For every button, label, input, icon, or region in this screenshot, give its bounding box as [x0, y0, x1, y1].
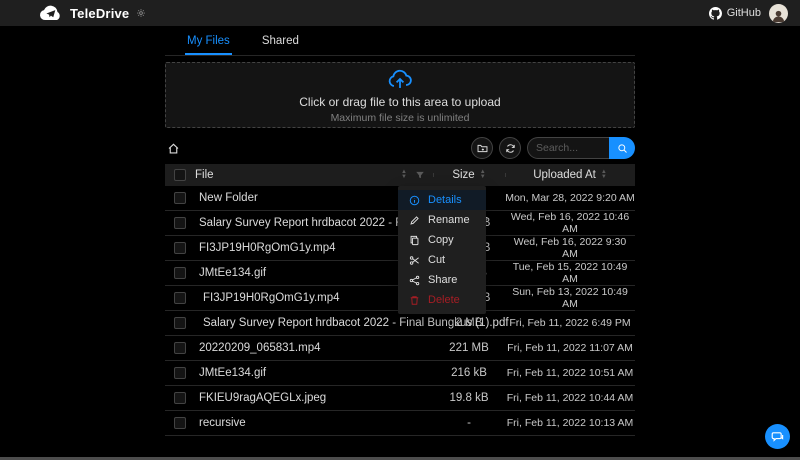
row-checkbox[interactable]	[174, 342, 186, 354]
app-header: TeleDrive GitHub	[0, 0, 800, 26]
file-size: 221 MB	[449, 342, 489, 354]
file-uploaded-at: Fri, Feb 11, 2022 10:13 AM	[506, 417, 634, 429]
cloud-upload-icon	[387, 66, 413, 92]
file-size: 2 MB	[455, 317, 483, 329]
context-menu-item-cut[interactable]: Cut	[398, 250, 486, 270]
context-menu-item-share[interactable]: Share	[398, 270, 486, 290]
file-name-link[interactable]: New Folder	[199, 192, 258, 204]
file-size: -	[467, 417, 471, 429]
table-row[interactable]: FKIEU9ragAQEGLx.jpeg 19.8 kB Fri, Feb 11…	[165, 386, 635, 411]
file-uploaded-at: Tue, Feb 15, 2022 10:49 AM	[512, 261, 628, 285]
table-row[interactable]: Salary Survey Report hrdbacot 2022 - Fin…	[165, 311, 635, 336]
user-avatar[interactable]	[769, 3, 788, 23]
tab-bar: My Files Shared	[165, 30, 635, 56]
brand[interactable]: TeleDrive	[38, 4, 146, 22]
context-menu-item-details[interactable]: Details	[398, 190, 486, 210]
tab-my-files[interactable]: My Files	[185, 30, 232, 55]
trash-icon	[409, 295, 420, 306]
table-header: File ▲ ▼ Size ▲ ▼ Uploaded At ▲ ▼	[165, 164, 635, 186]
table-row[interactable]: JMtEe134.gif 216 kB Fri, Feb 11, 2022 10…	[165, 361, 635, 386]
github-label: GitHub	[726, 7, 761, 19]
file-name-link[interactable]: recursive	[199, 417, 246, 429]
sort-file-control[interactable]: ▲ ▼	[401, 169, 407, 180]
row-checkbox[interactable]	[174, 242, 186, 254]
file-uploaded-at: Fri, Feb 11, 2022 10:51 AM	[506, 367, 634, 379]
github-link[interactable]: GitHub	[708, 6, 761, 20]
refresh-button[interactable]	[499, 137, 521, 159]
file-name-link[interactable]: JMtEe134.gif	[199, 367, 266, 379]
chat-fab-button[interactable]	[765, 424, 790, 449]
breadcrumb-home-button[interactable]	[165, 140, 182, 157]
file-size: 216 kB	[451, 367, 487, 379]
search-input[interactable]	[527, 137, 609, 159]
file-name-link[interactable]: 20220209_065831.mp4	[199, 342, 321, 354]
upload-dropzone[interactable]: Click or drag file to this area to uploa…	[165, 62, 635, 128]
paper-plane-icon	[45, 8, 56, 19]
column-header-file[interactable]: File	[195, 169, 214, 181]
file-name-link[interactable]: FI3JP19H0RgOmG1y.mp4	[199, 242, 336, 254]
row-checkbox[interactable]	[174, 217, 186, 229]
share-icon	[409, 275, 420, 286]
toolbar	[165, 137, 635, 159]
table-row[interactable]: recursive - Fri, Feb 11, 2022 10:13 AM	[165, 411, 635, 436]
copy-icon	[409, 235, 420, 246]
row-checkbox[interactable]	[174, 417, 186, 429]
gear-icon	[136, 8, 146, 18]
file-name-link[interactable]: FKIEU9ragAQEGLx.jpeg	[199, 392, 326, 404]
brand-name: TeleDrive	[70, 5, 130, 21]
row-checkbox[interactable]	[174, 367, 186, 379]
context-menu: Details Rename Copy Cut Share Delete	[398, 186, 486, 314]
row-checkbox[interactable]	[174, 317, 186, 329]
row-checkbox[interactable]	[174, 267, 186, 279]
row-checkbox[interactable]	[174, 392, 186, 404]
upload-title: Click or drag file to this area to uploa…	[299, 95, 501, 109]
search-box	[527, 137, 635, 159]
tab-shared[interactable]: Shared	[260, 30, 301, 55]
column-header-uploaded-at[interactable]: Uploaded At	[533, 169, 596, 181]
row-checkbox[interactable]	[174, 292, 186, 304]
sort-size-control[interactable]: ▲ ▼	[480, 169, 486, 180]
select-all-checkbox[interactable]	[174, 169, 186, 181]
file-uploaded-at: Sun, Feb 13, 2022 10:49 AM	[512, 286, 628, 310]
file-name-link[interactable]: JMtEe134.gif	[199, 267, 266, 279]
context-menu-item-delete[interactable]: Delete	[398, 290, 486, 310]
context-menu-item-copy[interactable]: Copy	[398, 230, 486, 250]
file-uploaded-at: Mon, Mar 28, 2022 9:20 AM	[505, 192, 635, 204]
file-uploaded-at: Fri, Feb 11, 2022 11:07 AM	[507, 342, 633, 354]
github-icon	[708, 6, 722, 20]
file-name-link[interactable]: FI3JP19H0RgOmG1y.mp4	[203, 292, 340, 304]
filter-icon[interactable]	[415, 170, 425, 180]
file-uploaded-at: Fri, Feb 11, 2022 6:49 PM	[509, 317, 631, 329]
column-header-size[interactable]: Size	[452, 169, 474, 181]
edit-icon	[409, 215, 420, 226]
chat-icon	[771, 430, 784, 443]
file-uploaded-at: Fri, Feb 11, 2022 10:44 AM	[506, 392, 634, 404]
upload-subtitle: Maximum file size is unlimited	[330, 112, 470, 124]
file-uploaded-at: Wed, Feb 16, 2022 10:46 AM	[510, 211, 630, 235]
info-icon	[409, 195, 420, 206]
sort-uploaded-control[interactable]: ▲ ▼	[601, 169, 607, 180]
teledrive-logo-icon	[38, 4, 64, 22]
file-size: 19.8 kB	[449, 392, 489, 404]
new-folder-button[interactable]	[471, 137, 493, 159]
search-button[interactable]	[609, 137, 635, 159]
context-menu-item-rename[interactable]: Rename	[398, 210, 486, 230]
scissors-icon	[409, 255, 420, 266]
row-checkbox[interactable]	[174, 192, 186, 204]
file-uploaded-at: Wed, Feb 16, 2022 9:30 AM	[513, 236, 627, 260]
table-row[interactable]: 20220209_065831.mp4 221 MB Fri, Feb 11, …	[165, 336, 635, 361]
